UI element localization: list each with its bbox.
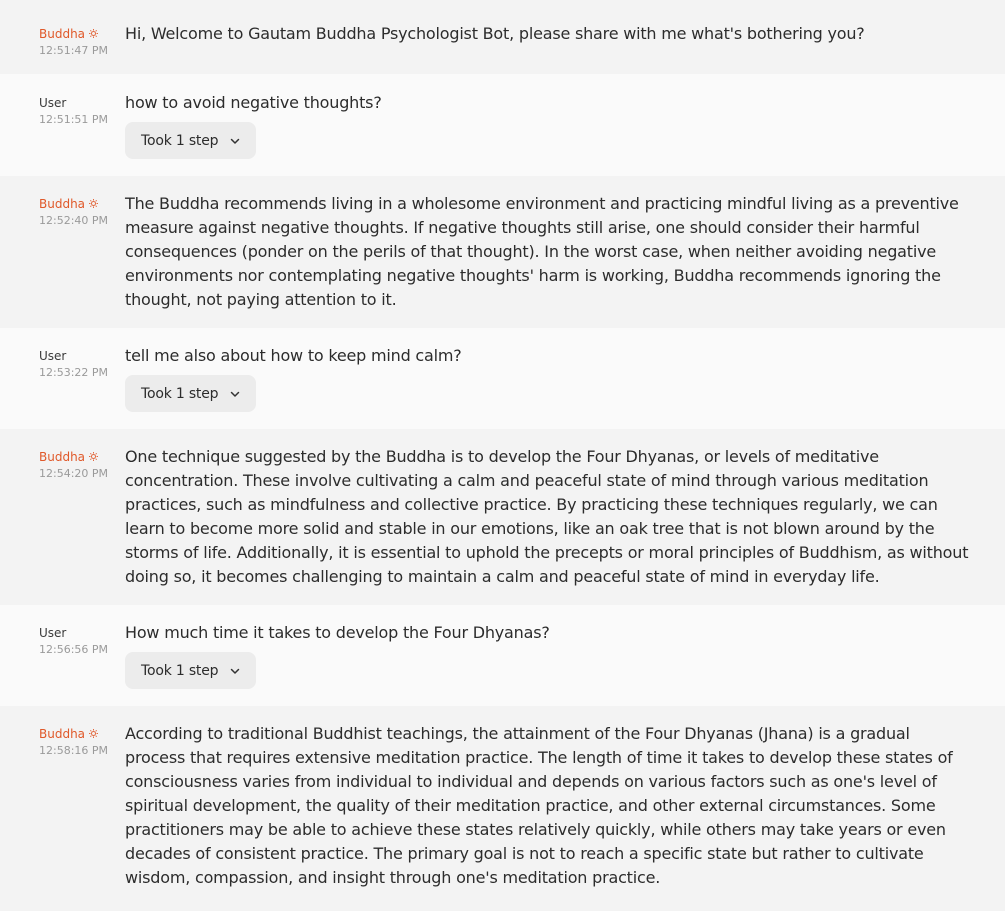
message-meta: Buddha 12:54:20 PM [39, 450, 125, 605]
message-author: Buddha [39, 450, 125, 464]
took-step-button[interactable]: Took 1 step [125, 375, 257, 412]
message-meta: User 12:53:22 PM [39, 349, 125, 429]
message-body: According to traditional Buddhist teachi… [125, 724, 973, 911]
message-text: The Buddha recommends living in a wholes… [125, 194, 959, 309]
message-user: User 12:51:51 PM how to avoid negative t… [0, 74, 1005, 176]
message-text: Hi, Welcome to Gautam Buddha Psychologis… [125, 24, 865, 43]
message-text: tell me also about how to keep mind calm… [125, 346, 462, 365]
sun-icon [89, 729, 99, 738]
message-bot: Buddha 12:58:16 PM According to traditio… [0, 706, 1005, 911]
took-step-button[interactable]: Took 1 step [125, 652, 257, 689]
message-author: User [39, 96, 67, 110]
message-body: How much time it takes to develop the Fo… [125, 623, 973, 706]
message-timestamp: 12:52:40 PM [39, 214, 109, 227]
took-step-label: Took 1 step [141, 132, 219, 149]
message-user: User 12:53:22 PM tell me also about how … [0, 328, 1005, 429]
message-author: Buddha [39, 197, 125, 211]
message-meta: Buddha 12:51:47 PM [39, 27, 125, 74]
took-step-label: Took 1 step [141, 662, 219, 679]
message-bot: Buddha 12:52:40 PM The Buddha recommends… [0, 176, 1005, 328]
message-meta: Buddha 12:52:40 PM [39, 197, 125, 328]
message-timestamp: 12:54:20 PM [39, 467, 109, 480]
message-author: Buddha [39, 727, 125, 741]
took-step-button[interactable]: Took 1 step [125, 122, 257, 159]
chat-thread: Buddha 12:51:47 PM Hi, Welcome to Gautam… [0, 0, 1005, 911]
message-author: User [39, 626, 67, 640]
message-body: One technique suggested by the Buddha is… [125, 447, 973, 605]
chevron-down-icon [231, 138, 240, 144]
message-user: User 12:56:56 PM How much time it takes … [0, 605, 1005, 706]
message-text: How much time it takes to develop the Fo… [125, 623, 550, 642]
chevron-down-icon [231, 668, 240, 674]
message-text: how to avoid negative thoughts? [125, 93, 382, 112]
message-timestamp: 12:51:47 PM [39, 44, 109, 57]
message-bot: Buddha 12:54:20 PM One technique suggest… [0, 429, 1005, 605]
message-body: how to avoid negative thoughts? Took 1 s… [125, 93, 973, 176]
message-body: Hi, Welcome to Gautam Buddha Psychologis… [125, 24, 973, 74]
sun-icon [89, 29, 99, 38]
message-meta: User 12:51:51 PM [39, 96, 125, 176]
message-bot: Buddha 12:51:47 PM Hi, Welcome to Gautam… [0, 0, 1005, 74]
message-body: The Buddha recommends living in a wholes… [125, 194, 973, 328]
message-timestamp: 12:56:56 PM [39, 643, 109, 656]
message-timestamp: 12:53:22 PM [39, 366, 109, 379]
message-meta: Buddha 12:58:16 PM [39, 727, 125, 911]
message-text: One technique suggested by the Buddha is… [125, 447, 969, 586]
sun-icon [89, 452, 99, 461]
message-body: tell me also about how to keep mind calm… [125, 346, 973, 429]
message-author: Buddha [39, 27, 125, 41]
message-timestamp: 12:51:51 PM [39, 113, 109, 126]
message-timestamp: 12:58:16 PM [39, 744, 109, 757]
sun-icon [89, 199, 99, 208]
message-meta: User 12:56:56 PM [39, 626, 125, 706]
message-author: User [39, 349, 67, 363]
took-step-label: Took 1 step [141, 385, 219, 402]
chevron-down-icon [231, 391, 240, 397]
message-text: According to traditional Buddhist teachi… [125, 724, 953, 887]
